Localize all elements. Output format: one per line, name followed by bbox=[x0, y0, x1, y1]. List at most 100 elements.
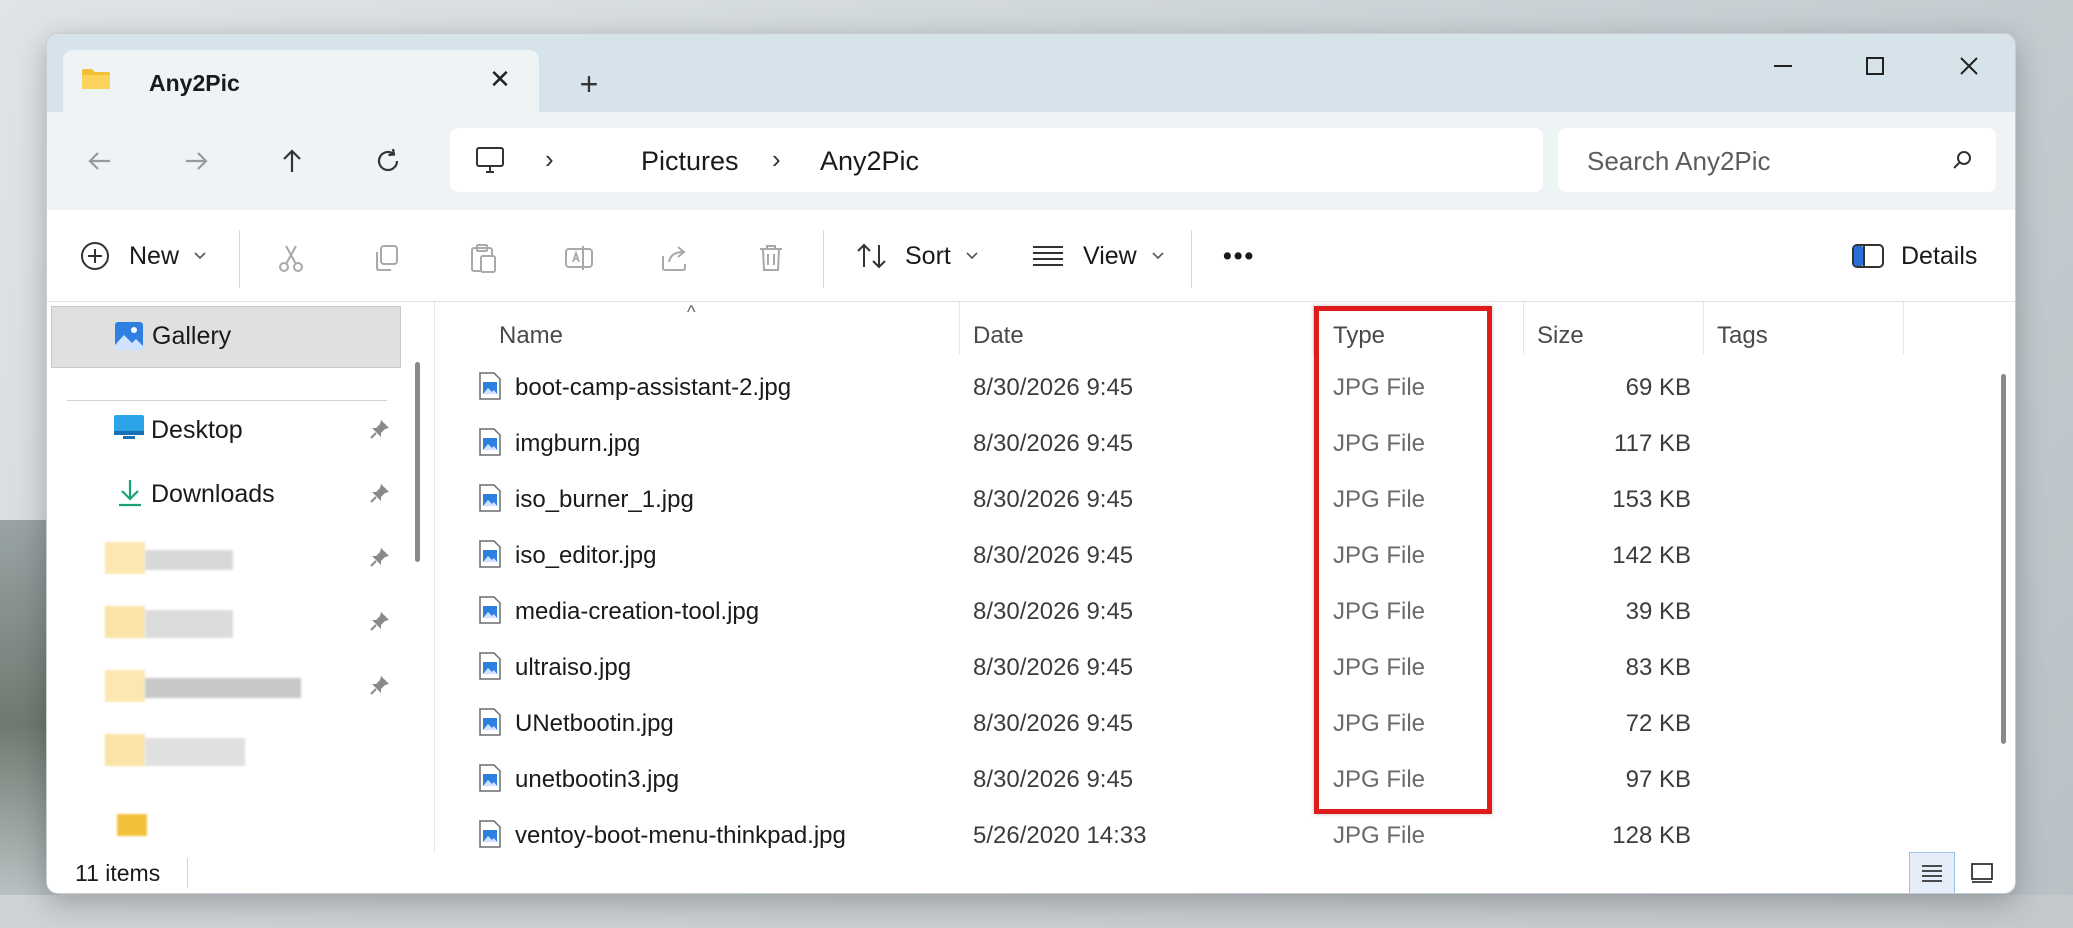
refresh-button[interactable] bbox=[363, 136, 413, 186]
folder-icon bbox=[105, 734, 145, 766]
delete-button[interactable] bbox=[751, 238, 791, 278]
pin-icon bbox=[370, 484, 389, 503]
breadcrumb-pictures[interactable]: Pictures bbox=[641, 146, 739, 177]
sidebar-label-desktop: Desktop bbox=[151, 416, 243, 444]
sidebar-scrollbar[interactable] bbox=[415, 362, 420, 562]
copy-button[interactable] bbox=[367, 238, 407, 278]
image-file-icon bbox=[479, 596, 501, 624]
breadcrumb-any2pic[interactable]: Any2Pic bbox=[820, 146, 919, 177]
file-row[interactable]: ultraiso.jpg 8/30/2026 9:45 JPG File 83 KB bbox=[435, 638, 1995, 694]
file-name: imgburn.jpg bbox=[515, 430, 641, 457]
sidebar-item-partial[interactable] bbox=[47, 784, 407, 844]
file-name: ventoy-boot-menu-thinkpad.jpg bbox=[515, 822, 846, 849]
file-row[interactable]: iso_editor.jpg 8/30/2026 9:45 JPG File 142 … bbox=[435, 526, 1995, 582]
image-file-icon bbox=[479, 428, 501, 456]
file-type: JPG File bbox=[1333, 822, 1426, 849]
sidebar-item-blurred[interactable] bbox=[47, 592, 407, 652]
sort-ascending-icon: ^ bbox=[687, 302, 696, 322]
file-list: ^ Name Date Type Size Tags boot-camp-ass… bbox=[435, 302, 2015, 852]
file-date: 8/30/2026 9:45 bbox=[973, 430, 1134, 457]
redacted-label bbox=[145, 550, 233, 570]
sidebar-item-blurred[interactable] bbox=[47, 720, 407, 780]
folder-icon bbox=[105, 606, 145, 638]
plus-circle-icon bbox=[81, 242, 109, 270]
desktop-wallpaper-bottom bbox=[0, 895, 2073, 928]
column-header-size[interactable]: Size bbox=[1537, 322, 1584, 350]
sidebar-label-gallery: Gallery bbox=[152, 322, 232, 350]
file-row[interactable]: iso_burner_1.jpg 8/30/2026 9:45 JPG File 15… bbox=[435, 470, 1995, 526]
redacted-label bbox=[145, 678, 301, 698]
file-name: boot-camp-assistant-2.jpg bbox=[515, 374, 792, 401]
column-divider bbox=[1703, 302, 1704, 354]
file-date: 8/30/2026 9:45 bbox=[973, 710, 1134, 737]
file-list-scrollbar[interactable] bbox=[2001, 374, 2006, 744]
file-row[interactable]: ventoy-boot-menu-thinkpad.jpg 5/26/2020 1… bbox=[435, 806, 1995, 852]
view-label: View bbox=[1083, 241, 1137, 270]
new-tab-button[interactable]: + bbox=[567, 62, 611, 106]
rename-button[interactable] bbox=[559, 238, 599, 278]
cut-button[interactable] bbox=[271, 238, 311, 278]
close-window-button[interactable] bbox=[1939, 44, 1999, 88]
file-date: 8/30/2026 9:45 bbox=[973, 374, 1134, 401]
file-date: 8/30/2026 9:45 bbox=[973, 598, 1134, 625]
new-button[interactable]: New bbox=[79, 234, 207, 278]
tab-any2pic[interactable]: Any2Pic ✕ bbox=[63, 50, 539, 112]
file-row[interactable]: unetbootin3.jpg 8/30/2026 9:45 JPG File 97 … bbox=[435, 750, 1995, 806]
forward-button[interactable] bbox=[171, 136, 221, 186]
file-date: 8/30/2026 9:45 bbox=[973, 654, 1134, 681]
file-row[interactable]: boot-camp-assistant-2.jpg 8/30/2026 9:45 J… bbox=[435, 358, 1995, 414]
paste-button[interactable] bbox=[463, 238, 503, 278]
close-tab-button[interactable]: ✕ bbox=[483, 62, 517, 96]
file-date: 5/26/2020 14:33 bbox=[973, 822, 1147, 849]
search-icon bbox=[1953, 151, 1971, 169]
file-size: 128 KB bbox=[1612, 822, 1691, 849]
sort-button[interactable] bbox=[855, 234, 889, 278]
more-options-button[interactable]: ••• bbox=[1223, 234, 1255, 278]
chevron-down-icon bbox=[966, 252, 978, 260]
chevron-right-icon: › bbox=[772, 144, 781, 174]
sort-icon bbox=[857, 243, 886, 269]
computer-icon bbox=[476, 147, 504, 173]
file-row[interactable]: media-creation-tool.jpg 8/30/2026 9:45 JPG… bbox=[435, 582, 1995, 638]
back-button[interactable] bbox=[75, 136, 125, 186]
address-bar[interactable]: › Pictures › Any2Pic bbox=[450, 128, 1543, 192]
details-view-icon bbox=[1922, 865, 1942, 882]
details-view-button[interactable] bbox=[1909, 852, 1955, 893]
file-explorer-window: Any2Pic ✕ + › Pictures › Any2Pic Search … bbox=[46, 33, 2016, 894]
rename-icon bbox=[565, 246, 593, 270]
share-button[interactable] bbox=[655, 238, 695, 278]
type-column-highlight bbox=[1314, 306, 1492, 814]
sidebar-item-desktop[interactable]: Desktop bbox=[47, 400, 407, 460]
share-icon bbox=[662, 246, 686, 271]
details-pane-button[interactable]: Details bbox=[1851, 234, 1977, 278]
command-bar: New Sort View ••• Details bbox=[47, 210, 2015, 302]
sidebar-item-blurred[interactable] bbox=[47, 656, 407, 716]
search-placeholder: Search Any2Pic bbox=[1587, 146, 1771, 176]
column-header-date[interactable]: Date bbox=[973, 322, 1024, 350]
image-file-icon bbox=[479, 372, 501, 400]
large-icons-view-button[interactable] bbox=[1959, 852, 2005, 893]
thumbnail-view-icon bbox=[1971, 863, 1993, 883]
up-button[interactable] bbox=[267, 136, 317, 186]
file-row[interactable]: imgburn.jpg 8/30/2026 9:45 JPG File 117 KB bbox=[435, 414, 1995, 470]
sidebar-item-gallery[interactable]: Gallery bbox=[51, 306, 401, 368]
column-header-tags[interactable]: Tags bbox=[1717, 322, 1768, 350]
column-header-name[interactable]: Name bbox=[499, 322, 563, 350]
sidebar-item-downloads[interactable]: Downloads bbox=[47, 464, 407, 524]
file-row[interactable]: UNetbootin.jpg 8/30/2026 9:45 JPG File 72 K… bbox=[435, 694, 1995, 750]
view-button[interactable]: View bbox=[1031, 234, 1165, 278]
image-file-icon bbox=[479, 484, 501, 512]
file-name: unetbootin3.jpg bbox=[515, 766, 680, 793]
image-file-icon bbox=[479, 540, 501, 568]
pin-icon bbox=[370, 420, 389, 439]
title-bar: Any2Pic ✕ + bbox=[47, 34, 2015, 112]
minimize-button[interactable] bbox=[1753, 44, 1813, 88]
image-file-icon bbox=[479, 708, 501, 736]
sort-label-wrap[interactable]: Sort bbox=[905, 234, 979, 278]
status-bar: 11 items bbox=[47, 852, 2015, 893]
maximize-button[interactable] bbox=[1845, 44, 1905, 88]
sort-label: Sort bbox=[905, 241, 951, 270]
search-box[interactable]: Search Any2Pic bbox=[1558, 128, 1996, 192]
toolbar-divider bbox=[823, 230, 824, 288]
sidebar-item-blurred[interactable] bbox=[47, 528, 407, 588]
